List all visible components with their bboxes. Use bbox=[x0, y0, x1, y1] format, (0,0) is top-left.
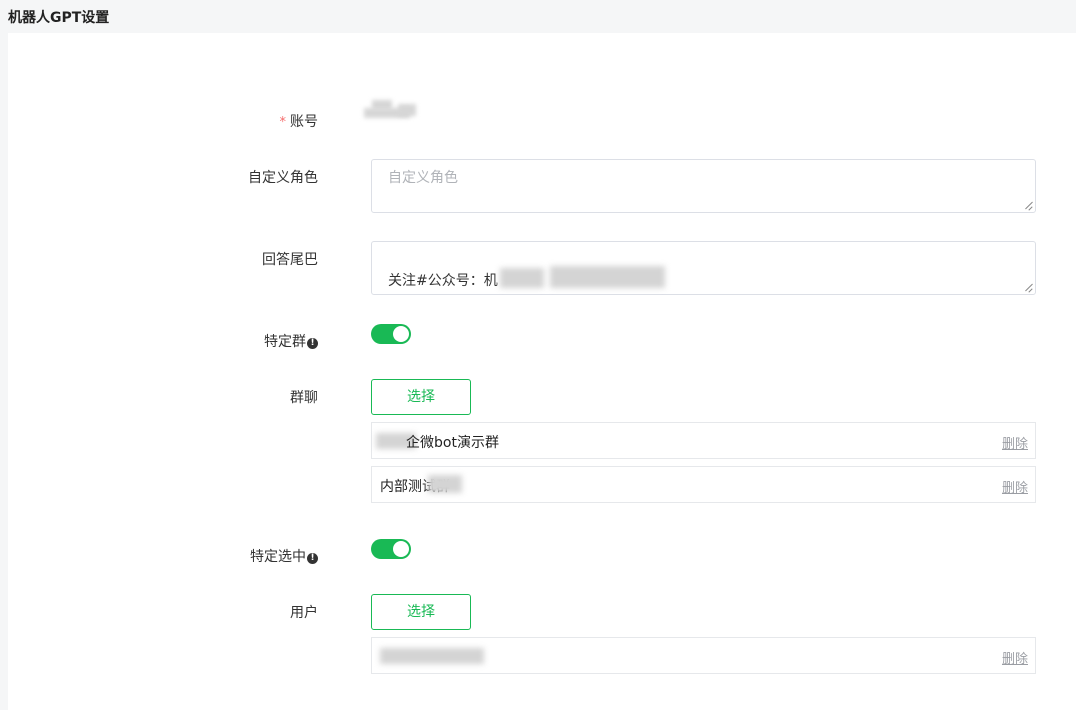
delete-link[interactable]: 删除 bbox=[1002, 433, 1028, 452]
specific-selected-label: 特定选中! bbox=[8, 546, 318, 566]
switch-knob bbox=[393, 326, 409, 342]
settings-form: * 账号 自定义角色 自定义角色 回答尾巴 关注#公众号：机 特定群! 群聊 选择… bbox=[8, 33, 1076, 710]
info-icon[interactable]: ! bbox=[307, 553, 318, 564]
custom-role-placeholder: 自定义角色 bbox=[388, 170, 458, 186]
specific-group-switch[interactable] bbox=[371, 324, 411, 344]
specific-selected-switch[interactable] bbox=[371, 539, 411, 559]
info-icon[interactable]: ! bbox=[307, 338, 318, 349]
user-select-button[interactable]: 选择 bbox=[371, 594, 471, 630]
delete-link[interactable]: 删除 bbox=[1002, 477, 1028, 496]
group-name: 企微bot演示群 bbox=[406, 435, 499, 451]
switch-knob bbox=[393, 541, 409, 557]
answer-tail-textarea[interactable]: 关注#公众号：机 bbox=[371, 241, 1036, 295]
specific-group-label: 特定群! bbox=[8, 331, 318, 351]
resize-grip-icon[interactable] bbox=[1025, 284, 1033, 292]
group-list-item: 内部测试群 删除 bbox=[371, 466, 1036, 503]
group-list-item: 企微bot演示群 删除 bbox=[371, 422, 1036, 459]
group-chat-label: 群聊 bbox=[290, 390, 318, 406]
account-value-redacted bbox=[364, 100, 426, 122]
required-mark: * bbox=[279, 115, 287, 130]
redacted-blur bbox=[550, 266, 665, 288]
account-label: * 账号 bbox=[279, 114, 319, 130]
resize-grip-icon[interactable] bbox=[1025, 202, 1033, 210]
page-title: 机器人GPT设置 bbox=[8, 10, 110, 26]
users-label: 用户 bbox=[290, 605, 318, 621]
custom-role-textarea[interactable]: 自定义角色 bbox=[371, 159, 1036, 213]
custom-role-label: 自定义角色 bbox=[248, 170, 318, 186]
redacted-blur bbox=[500, 268, 544, 288]
group-select-button[interactable]: 选择 bbox=[371, 379, 471, 415]
redacted-blur bbox=[380, 648, 484, 664]
answer-tail-label: 回答尾巴 bbox=[262, 252, 318, 268]
answer-tail-value: 关注#公众号：机 bbox=[388, 273, 498, 289]
delete-link[interactable]: 删除 bbox=[1002, 648, 1028, 667]
redacted-blur bbox=[428, 475, 462, 493]
page-header: 机器人GPT设置 bbox=[0, 0, 1076, 32]
user-list-item: 删除 bbox=[371, 637, 1036, 674]
